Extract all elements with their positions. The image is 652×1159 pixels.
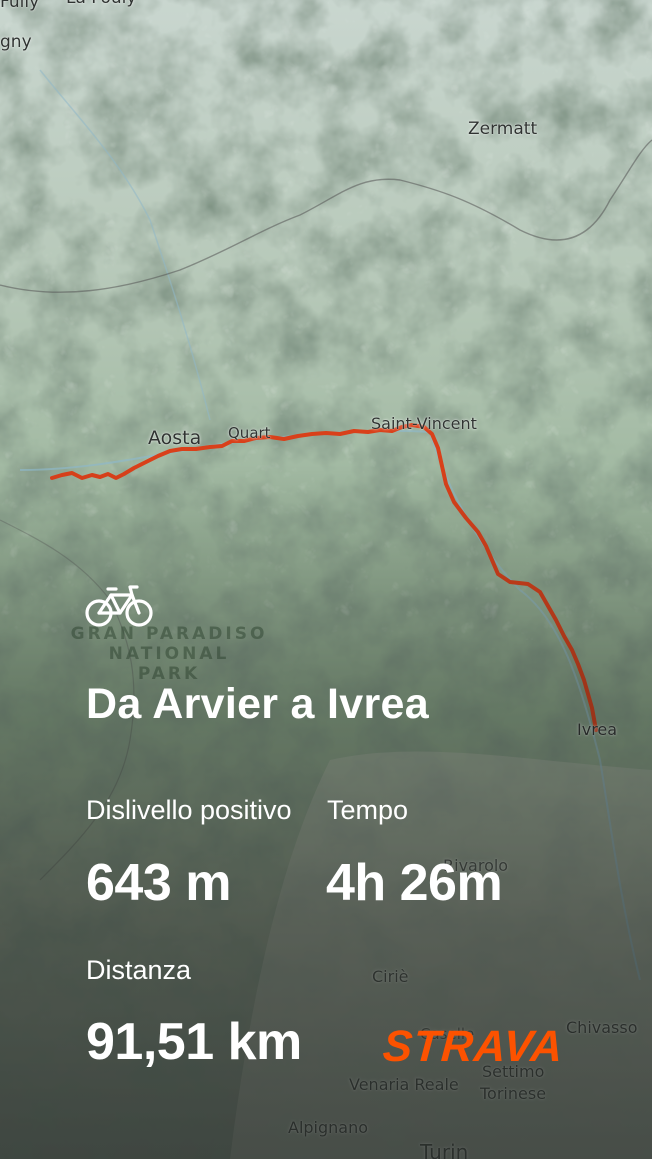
map-label-zermatt: Zermatt [468, 119, 538, 139]
activity-title: Da Arvier a Ivrea [86, 680, 429, 728]
distance-value: 91,51 km [86, 1013, 302, 1071]
time-value: 4h 26m [326, 854, 503, 912]
map-label-la-fouly: La Fouly [66, 0, 136, 8]
map-label-cirie: Ciriè [372, 967, 409, 986]
map-label-alpignano: Alpignano [288, 1118, 369, 1137]
distance-label: Distanza [86, 955, 192, 985]
strava-logo: STRAVA [381, 1022, 566, 1071]
park-line-2: NATIONAL [108, 644, 230, 664]
elevation-value: 643 m [86, 854, 231, 912]
map-label-fully: Fully [0, 0, 40, 12]
bicycle-icon [85, 585, 153, 627]
time-label: Tempo [327, 795, 409, 825]
map-label-chivasso: Chivasso [566, 1018, 638, 1037]
map-label-ivrea: Ivrea [577, 720, 618, 739]
map-label-turin: Turin [420, 1140, 469, 1159]
map-label-quart: Quart [228, 424, 271, 442]
map-label-torinese: Torinese [480, 1084, 547, 1103]
activity-share-card: Fully La Fouly gny Zermatt Aosta Quart S… [0, 0, 652, 1159]
map-label-park: GRAN PARADISO NATIONAL PARK [64, 624, 274, 684]
map-label-venaria: Venaria Reale [349, 1075, 459, 1094]
map-label-aosta: Aosta [148, 427, 202, 449]
map-label-martigny: gny [0, 32, 32, 52]
map-label-saint-vincent: Saint-Vincent [371, 414, 477, 433]
elevation-label: Dislivello positivo [86, 795, 292, 825]
